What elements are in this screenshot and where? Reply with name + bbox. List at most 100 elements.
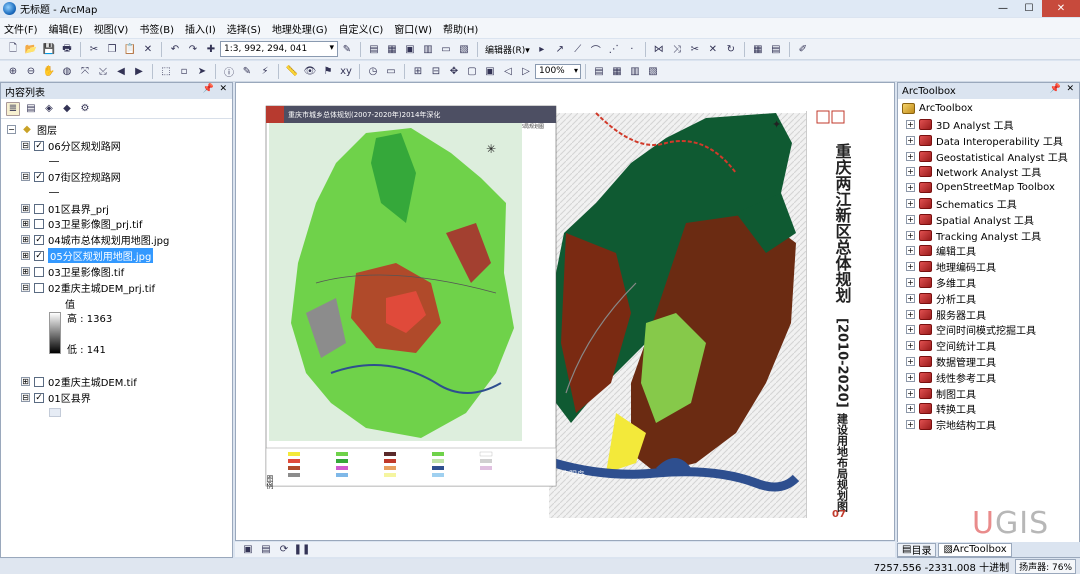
toolbox-item[interactable]: + 空间统计工具 bbox=[906, 338, 996, 353]
layer-item[interactable]: ⊞ 03卫星影像图.tif bbox=[21, 264, 124, 279]
expand-toggle[interactable]: + bbox=[906, 183, 915, 193]
data-driven-pages-icon[interactable]: ▧ bbox=[646, 64, 660, 78]
editor-toolbar-icon[interactable]: ✎ bbox=[340, 42, 354, 56]
maximize-button[interactable]: ☐ bbox=[1016, 0, 1042, 17]
expand-toggle[interactable]: ⊞ bbox=[21, 251, 30, 260]
expand-toggle[interactable]: + bbox=[906, 404, 915, 414]
expand-toggle[interactable]: + bbox=[906, 246, 915, 256]
tab-arctoolbox[interactable]: ▧ ArcToolbox bbox=[938, 542, 1012, 557]
layer-checkbox[interactable]: ✓ bbox=[34, 171, 44, 182]
catalog-icon[interactable]: ▦ bbox=[385, 42, 399, 56]
layout-back-icon[interactable]: ◁ bbox=[501, 64, 515, 78]
zoom-100-icon[interactable]: ▣ bbox=[483, 64, 497, 78]
new-document-icon[interactable]: 🗋 bbox=[6, 42, 20, 56]
zoom-in-icon[interactable]: ⊕ bbox=[6, 64, 20, 78]
expand-toggle[interactable]: ⊞ bbox=[21, 204, 30, 213]
expand-toggle[interactable]: ⊞ bbox=[21, 219, 30, 228]
layer-checkbox[interactable]: ✓ bbox=[34, 392, 44, 403]
expand-toggle[interactable]: + bbox=[906, 372, 915, 382]
toolbox-item[interactable]: + 制图工具 bbox=[906, 386, 976, 401]
expand-toggle[interactable]: ⊞ bbox=[21, 267, 30, 276]
options-icon[interactable]: ⚙ bbox=[78, 102, 92, 116]
expand-toggle[interactable]: + bbox=[906, 420, 915, 430]
layer-checkbox[interactable]: ✓ bbox=[34, 250, 44, 261]
expand-toggle[interactable]: + bbox=[906, 199, 915, 208]
cut-polygons-icon[interactable]: ✂ bbox=[688, 42, 702, 56]
layer-checkbox[interactable] bbox=[34, 282, 44, 293]
sketch-properties-icon[interactable]: ▤ bbox=[769, 42, 783, 56]
toolbox-item[interactable]: + 宗地结构工具 bbox=[906, 417, 996, 432]
list-by-visibility-icon[interactable]: ◈ bbox=[42, 102, 56, 116]
menu-edit[interactable]: 编辑(E) bbox=[49, 21, 83, 36]
map-display[interactable]: 广阳岛 重庆两江新区总体规划 [2010-2020] 建设用地布局规划图 07 … bbox=[235, 82, 895, 541]
expand-toggle[interactable]: + bbox=[906, 357, 915, 366]
select-elements-icon[interactable]: ➤ bbox=[195, 64, 209, 78]
close-pane-icon[interactable]: ✕ bbox=[1066, 84, 1074, 94]
layer-item[interactable]: ⊞ 01区县界_prj bbox=[21, 201, 109, 216]
map-scale-select[interactable]: 1:3, 992, 294, 041 bbox=[220, 41, 338, 57]
toolbox-item[interactable]: + 转换工具 bbox=[906, 401, 976, 416]
toolbox-item[interactable]: + 服务器工具 bbox=[906, 307, 986, 322]
close-pane-icon[interactable]: ✕ bbox=[219, 84, 227, 94]
menu-geoprocessing[interactable]: 地理处理(G) bbox=[272, 21, 328, 36]
toolbox-item[interactable]: + 数据管理工具 bbox=[906, 354, 996, 369]
cut-icon[interactable]: ✂ bbox=[87, 42, 101, 56]
toolbox-item[interactable]: + Geostatistical Analyst 工具 bbox=[906, 149, 1068, 164]
go-to-xy-icon[interactable]: xy bbox=[339, 64, 353, 78]
layers-root[interactable]: − ◆ 图层 bbox=[7, 122, 57, 137]
paste-icon[interactable]: 📋 bbox=[123, 42, 137, 56]
expand-toggle[interactable]: + bbox=[906, 278, 915, 287]
straight-segment-icon[interactable]: ⟋ bbox=[571, 42, 585, 56]
layer-checkbox[interactable] bbox=[34, 218, 44, 229]
search-window-icon[interactable]: ▣ bbox=[403, 42, 417, 56]
layer-item-selected[interactable]: ⊞ ✓ 05分区规划用地图.jpg bbox=[21, 248, 154, 263]
expand-toggle[interactable]: + bbox=[906, 120, 915, 129]
model-builder-icon[interactable]: ▧ bbox=[457, 42, 471, 56]
expand-toggle[interactable]: + bbox=[906, 151, 915, 161]
open-folder-icon[interactable]: 📂 bbox=[24, 42, 38, 56]
toolbox-item[interactable]: + 多维工具 bbox=[906, 275, 976, 290]
zoom-out-icon[interactable]: ⊖ bbox=[24, 64, 38, 78]
hyperlink-icon[interactable]: ⚡ bbox=[258, 64, 272, 78]
copy-icon[interactable]: ❐ bbox=[105, 42, 119, 56]
list-by-selection-icon[interactable]: ◆ bbox=[60, 102, 74, 116]
layer-item[interactable]: ⊞ 03卫星影像图_prj.tif bbox=[21, 216, 142, 231]
point-icon[interactable]: · bbox=[625, 42, 639, 56]
expand-toggle[interactable]: + bbox=[906, 167, 915, 177]
layer-item[interactable]: ⊟ 02重庆主城DEM_prj.tif bbox=[21, 280, 155, 295]
menu-view[interactable]: 视图(V) bbox=[94, 21, 129, 36]
fixed-zoom-out-icon[interactable]: ⤩ bbox=[96, 64, 110, 78]
print-icon[interactable]: 🖶 bbox=[60, 42, 74, 56]
toolbox-item[interactable]: + 线性参考工具 bbox=[906, 370, 996, 385]
focus-data-frame-icon[interactable]: ▦ bbox=[610, 64, 624, 78]
measure-icon[interactable]: 📏 bbox=[285, 64, 299, 78]
menu-customize[interactable]: 自定义(C) bbox=[339, 21, 384, 36]
layout-zoom-select[interactable]: 100% bbox=[535, 63, 581, 79]
layout-zoom-in-icon[interactable]: ⊞ bbox=[411, 64, 425, 78]
layer-item[interactable]: ⊞ ✓ 04城市总体规划用地图.jpg bbox=[21, 232, 169, 247]
close-button[interactable]: ✕ bbox=[1042, 0, 1080, 17]
data-view-icon[interactable]: ▣ bbox=[241, 543, 255, 557]
layer-item[interactable]: ⊟ ✓ 06分区规划路网 bbox=[21, 138, 121, 153]
back-extent-icon[interactable]: ◀ bbox=[114, 64, 128, 78]
toolbox-item[interactable]: + 地理编码工具 bbox=[906, 259, 996, 274]
create-features-icon[interactable]: ✐ bbox=[796, 42, 810, 56]
layer-item[interactable]: ⊟ ✓ 01区县界 bbox=[21, 390, 91, 405]
endpoint-arc-icon[interactable]: ⌒ bbox=[589, 42, 603, 57]
python-window-icon[interactable]: ▭ bbox=[439, 42, 453, 56]
expand-toggle[interactable]: ⊟ bbox=[21, 141, 30, 150]
menu-help[interactable]: 帮助(H) bbox=[443, 21, 478, 36]
layout-forward-icon[interactable]: ▷ bbox=[519, 64, 533, 78]
rotate-icon[interactable]: ↻ bbox=[724, 42, 738, 56]
layer-checkbox[interactable]: ✓ bbox=[34, 234, 44, 245]
attributes-icon[interactable]: ▦ bbox=[751, 42, 765, 56]
minimize-button[interactable]: — bbox=[990, 0, 1016, 17]
layout-zoom-out-icon[interactable]: ⊟ bbox=[429, 64, 443, 78]
zoom-whole-page-icon[interactable]: ▢ bbox=[465, 64, 479, 78]
annotation-tool-icon[interactable]: ↗ bbox=[553, 42, 567, 56]
identify-icon[interactable]: ⓘ bbox=[222, 64, 236, 79]
menu-bookmarks[interactable]: 书签(B) bbox=[139, 21, 174, 36]
toolbox-item[interactable]: + OpenStreetMap Toolbox bbox=[906, 180, 1055, 195]
layout-pan-icon[interactable]: ✥ bbox=[447, 64, 461, 78]
time-slider-icon[interactable]: ◷ bbox=[366, 64, 380, 78]
